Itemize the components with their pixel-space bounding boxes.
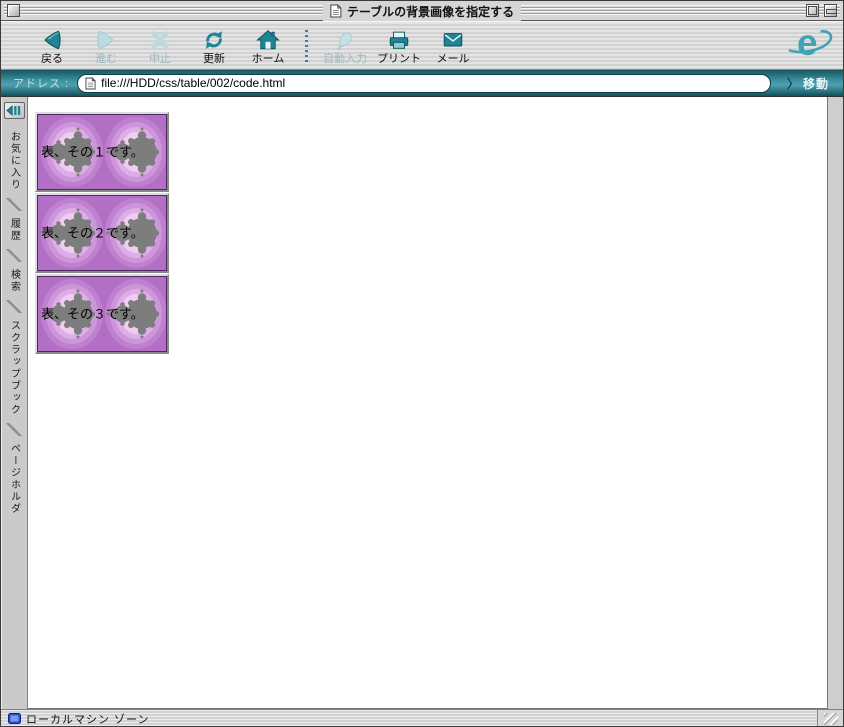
- page-icon: [85, 77, 96, 89]
- sidebar-tab-search[interactable]: 検索: [7, 269, 22, 293]
- back-label: 戻る: [41, 52, 63, 65]
- autofill-icon: [333, 27, 357, 53]
- main-area: お気に入り 履歴 検索 スクラップブック ページホルダ 表、その１です。 表、そ…: [1, 97, 843, 709]
- status-bar: ローカルマシン ゾーン: [1, 709, 843, 726]
- resize-grip[interactable]: [817, 710, 843, 726]
- resize-grip-lines-icon: [823, 712, 838, 725]
- sidebar-tab-pageholder[interactable]: ページホルダ: [7, 443, 22, 515]
- autofill-button[interactable]: 自動入力: [322, 26, 368, 66]
- sidebar-tab-history[interactable]: 履歴: [7, 218, 22, 242]
- print-label: プリント: [377, 52, 421, 65]
- document-icon: [330, 4, 342, 18]
- title-group: テーブルの背景画像を指定する: [322, 1, 522, 21]
- security-zone-icon: [8, 713, 21, 724]
- sidebar-tab-favorites[interactable]: お気に入り: [7, 131, 22, 191]
- collapse-sidebar-icon: [6, 105, 21, 116]
- go-button[interactable]: 〉 移動: [779, 75, 837, 92]
- address-label: アドレス :: [13, 78, 70, 90]
- table-1-text: 表、その１です。: [41, 144, 144, 160]
- go-arrow-icon: 〉: [786, 76, 799, 91]
- sidebar-tab-divider: [6, 423, 22, 436]
- table-2-text: 表、その２です。: [41, 225, 144, 241]
- mail-label: メール: [436, 52, 470, 65]
- mail-button[interactable]: メール: [430, 26, 476, 66]
- table-3-text: 表、その３です。: [41, 306, 144, 322]
- browser-window: テーブルの背景画像を指定する 戻る 進む 中止 更新 ホーム 自動入力 プリント…: [0, 0, 844, 727]
- sidebar-collapse-button[interactable]: [3, 102, 25, 119]
- back-button[interactable]: 戻る: [29, 26, 75, 66]
- window-title: テーブルの背景画像を指定する: [346, 4, 515, 19]
- internet-explorer-logo: e: [787, 22, 833, 68]
- refresh-button[interactable]: 更新: [191, 26, 237, 66]
- table-3: 表、その３です。: [35, 274, 169, 354]
- address-field[interactable]: [77, 73, 771, 93]
- autofill-label: 自動入力: [323, 52, 367, 65]
- svg-text:e: e: [797, 23, 818, 63]
- forward-icon: [94, 27, 118, 53]
- mail-icon: [441, 27, 465, 53]
- address-bar: アドレス : 〉 移動: [1, 70, 843, 97]
- back-icon: [40, 27, 64, 53]
- forward-button[interactable]: 進む: [83, 26, 129, 66]
- refresh-label: 更新: [203, 52, 225, 65]
- collapse-box[interactable]: [824, 4, 837, 17]
- print-icon: [387, 27, 411, 53]
- page-content: 表、その１です。 表、その２です。 表、その３です。: [28, 97, 828, 709]
- toolbar: 戻る 進む 中止 更新 ホーム 自動入力 プリント メール e: [1, 21, 843, 70]
- stop-label: 中止: [149, 52, 171, 65]
- home-label: ホーム: [251, 52, 285, 65]
- sidebar-tab-divider: [6, 300, 22, 313]
- sidebar-tab-scrapbook[interactable]: スクラップブック: [7, 320, 22, 416]
- title-bar: テーブルの背景画像を指定する: [1, 1, 843, 21]
- home-icon: [256, 27, 280, 53]
- sidebar-tab-divider: [6, 198, 22, 211]
- print-button[interactable]: プリント: [376, 26, 422, 66]
- address-input[interactable]: [101, 76, 763, 90]
- zone-status-text: ローカルマシン ゾーン: [26, 713, 150, 726]
- forward-label: 進む: [95, 52, 117, 65]
- table-1: 表、その１です。: [35, 112, 169, 192]
- stop-button[interactable]: 中止: [137, 26, 183, 66]
- refresh-icon: [202, 27, 226, 53]
- go-label: 移動: [802, 76, 829, 91]
- toolbar-separator: [305, 29, 308, 62]
- sidebar-tab-strip: お気に入り 履歴 検索 スクラップブック ページホルダ: [1, 97, 28, 709]
- sidebar-tab-divider: [6, 249, 22, 262]
- home-button[interactable]: ホーム: [245, 26, 291, 66]
- zoom-box[interactable]: [806, 4, 819, 17]
- stop-icon: [148, 27, 172, 53]
- table-2: 表、その２です。: [35, 193, 169, 273]
- close-box[interactable]: [7, 4, 20, 17]
